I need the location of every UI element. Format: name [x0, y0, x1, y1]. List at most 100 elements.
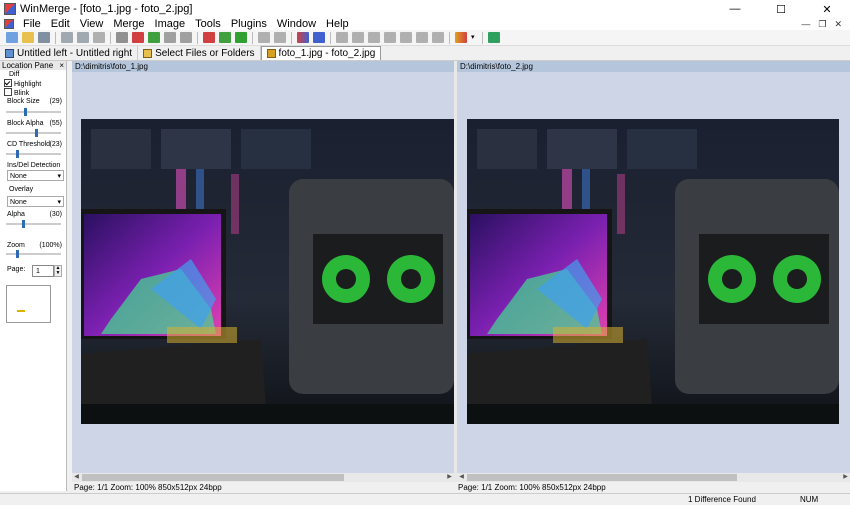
merge-right-icon[interactable] [274, 32, 286, 43]
new-icon[interactable] [6, 32, 18, 43]
redo-icon[interactable] [77, 32, 89, 43]
scrollbar-thumb[interactable] [82, 474, 344, 481]
toolbar-separator [482, 31, 483, 44]
tab-select-files[interactable]: Select Files or Folders [138, 46, 261, 60]
checkbox-unchecked-icon[interactable] [4, 88, 12, 96]
copy-left-icon[interactable] [219, 32, 231, 43]
page-spinner[interactable]: ▲ ▼ [54, 265, 62, 277]
menu-help[interactable]: Help [321, 18, 354, 30]
tab-label: Select Files or Folders [155, 47, 255, 59]
tab-label: Untitled left - Untitled right [17, 47, 133, 59]
zoom-in-icon[interactable] [400, 32, 412, 43]
diff-overview-thumbnail[interactable] [6, 285, 51, 323]
toolbar: ▾ [0, 30, 850, 46]
filter-icon[interactable] [116, 32, 128, 43]
menu-plugins[interactable]: Plugins [226, 18, 272, 30]
slider-thumb[interactable] [16, 250, 19, 258]
plugin-icon[interactable] [488, 32, 500, 43]
slider-thumb[interactable] [24, 108, 27, 116]
maximize-button[interactable]: ☐ [758, 0, 804, 18]
nav-first-icon[interactable] [336, 32, 348, 43]
refresh-compare-icon[interactable] [313, 32, 325, 43]
rotate-icon[interactable] [432, 32, 444, 43]
alpha-label: Alpha [7, 211, 25, 218]
right-image[interactable] [467, 119, 839, 424]
scroll-right-icon[interactable]: ▶ [445, 473, 454, 482]
alpha-value: (30) [49, 211, 62, 218]
open-icon[interactable] [22, 32, 34, 43]
nav-last-icon[interactable] [384, 32, 396, 43]
diff-highlight-block [553, 327, 623, 343]
location-pane-header: Location Pane × [0, 61, 66, 70]
blink-checkbox[interactable]: Blink [4, 88, 30, 97]
tab-foto-compare[interactable]: foto_1.jpg - foto_2.jpg [260, 46, 382, 60]
checkbox-checked-icon[interactable] [4, 79, 12, 87]
left-image-pane[interactable]: D:\dimitris\foto_1.jpg ◀ ▶ [72, 61, 454, 482]
page-input[interactable]: 1 [32, 265, 54, 277]
blink-label: Blink [14, 89, 30, 97]
mdi-restore-button[interactable]: ❐ [818, 19, 826, 30]
copy-all-icon[interactable] [235, 32, 247, 43]
highlight-checkbox[interactable]: Highlight [4, 79, 41, 88]
slider-thumb[interactable] [16, 150, 19, 158]
block-alpha-slider[interactable] [6, 129, 61, 137]
nav-next-icon[interactable] [368, 32, 380, 43]
nav-prev-icon[interactable] [352, 32, 364, 43]
minimize-button[interactable]: — [712, 0, 758, 18]
next-diff-icon[interactable] [148, 32, 160, 43]
undo-icon[interactable] [61, 32, 73, 43]
close-icon[interactable]: × [59, 61, 64, 70]
right-photo [467, 119, 839, 424]
block-size-value: (29) [49, 98, 62, 105]
zoom-out-icon[interactable] [416, 32, 428, 43]
menu-view[interactable]: View [75, 18, 109, 30]
menu-window[interactable]: Window [272, 18, 321, 30]
color-icon[interactable] [455, 32, 467, 43]
toolbar-separator [291, 31, 292, 44]
insdel-select[interactable]: None [7, 170, 64, 182]
menu-bar: File Edit View Merge Image Tools Plugins… [0, 18, 850, 30]
cd-threshold-slider[interactable] [6, 150, 61, 158]
left-image[interactable] [81, 119, 454, 424]
left-pane-status: Page: 1/1 Zoom: 100% 850x512px 24bpp [74, 482, 454, 493]
zoom-slider[interactable] [6, 250, 61, 258]
mdi-minimize-button[interactable]: — [801, 19, 810, 30]
block-alpha-label: Block Alpha [7, 120, 44, 127]
scroll-left-icon[interactable]: ◀ [72, 473, 81, 482]
copy-right-icon[interactable] [203, 32, 215, 43]
last-diff-icon[interactable] [180, 32, 192, 43]
first-diff-icon[interactable] [132, 32, 144, 43]
menu-file[interactable]: File [18, 18, 46, 30]
slider-thumb[interactable] [35, 129, 38, 137]
mdi-close-button[interactable]: ✕ [834, 19, 842, 30]
right-horizontal-scrollbar[interactable]: ◀ ▶ [457, 473, 850, 482]
page-label: Page: [7, 266, 26, 273]
winmerge-logo-icon [4, 3, 16, 15]
overlay-label: Overlay [9, 186, 34, 193]
document-menu-icon[interactable] [4, 19, 14, 29]
alpha-slider[interactable] [6, 220, 61, 228]
toolbar-separator [252, 31, 253, 44]
scroll-right-icon[interactable]: ▶ [841, 473, 850, 482]
save-icon[interactable] [38, 32, 50, 43]
menu-image[interactable]: Image [150, 18, 191, 30]
left-photo [81, 119, 454, 424]
left-horizontal-scrollbar[interactable]: ◀ ▶ [72, 473, 454, 482]
menu-tools[interactable]: Tools [190, 18, 226, 30]
scrollbar-thumb[interactable] [467, 474, 737, 481]
menu-merge[interactable]: Merge [108, 18, 149, 30]
block-size-slider[interactable] [6, 108, 61, 116]
options-icon[interactable] [93, 32, 105, 43]
compare-icon[interactable] [297, 32, 309, 43]
close-button[interactable]: ✕ [804, 0, 850, 18]
slider-thumb[interactable] [22, 220, 25, 228]
merge-left-icon[interactable] [258, 32, 270, 43]
scroll-left-icon[interactable]: ◀ [457, 473, 466, 482]
right-image-pane[interactable]: D:\dimitris\foto_2.jpg ◀ ▶ [457, 61, 850, 482]
tab-untitled[interactable]: Untitled left - Untitled right [0, 46, 139, 60]
menu-edit[interactable]: Edit [46, 18, 75, 30]
chevron-down-icon[interactable]: ▾ [471, 32, 477, 43]
overlay-select[interactable]: None [7, 196, 64, 208]
compare-icon [5, 48, 14, 58]
prev-diff-icon[interactable] [164, 32, 176, 43]
